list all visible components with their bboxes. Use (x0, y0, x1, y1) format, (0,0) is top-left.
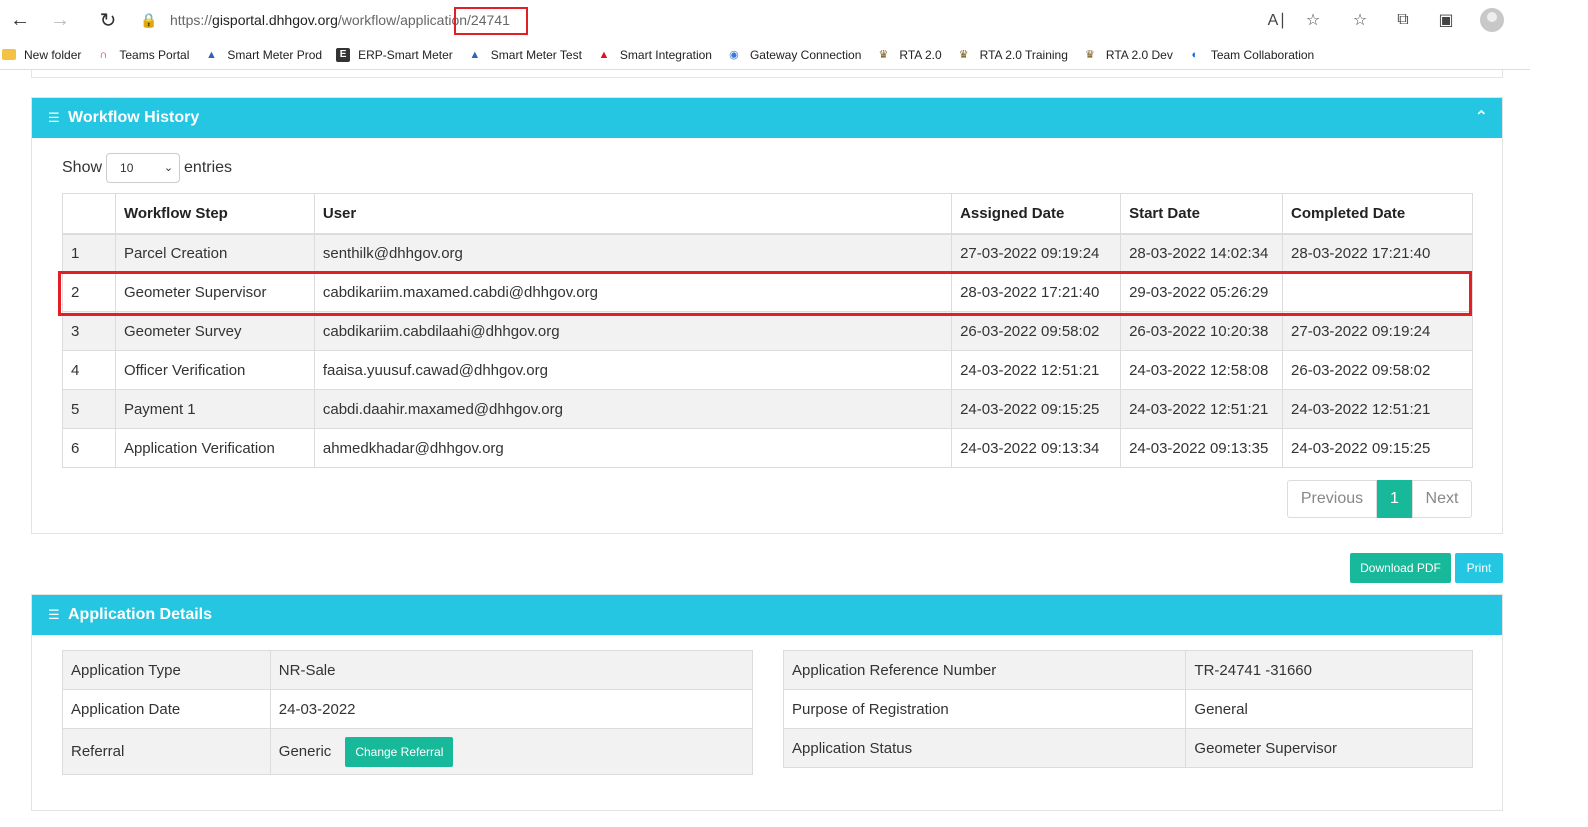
previous-card-edge (31, 70, 1503, 78)
entries-length-control: Show 10 ⌄ entries (62, 153, 232, 183)
application-details-header[interactable]: ☰ Application Details (32, 595, 1502, 635)
table-row: Application Type NR-Sale (62, 650, 754, 690)
list-icon: ☰ (48, 607, 60, 622)
table-row: 2 Geometer Supervisor cabdikariim.maxamed.… (62, 272, 1473, 312)
table-row: Referral Generic Change Referral (62, 728, 754, 775)
table-row: 4 Officer Verification faaisa.yuusuf.cawad… (62, 350, 1473, 390)
table-row: Application Status Geometer Supervisor (782, 728, 1473, 768)
workflow-history-title: Workflow History (68, 109, 200, 126)
table-row: Application Date 24-03-2022 (62, 689, 754, 729)
column-header-start-date[interactable]: Start Date (1120, 193, 1284, 235)
column-header-workflow-step[interactable]: Workflow Step (114, 193, 315, 235)
water-drop-icon: ▲ (205, 48, 217, 61)
reload-icon[interactable]: ↻ (88, 0, 128, 40)
table-row: 3 Geometer Survey cabdikariim.cabdilaahi@d… (62, 311, 1473, 351)
profile-avatar[interactable] (1480, 8, 1504, 32)
workflow-history-card: ☰ Workflow History ⌃ Show 10 ⌄ entries W… (31, 97, 1503, 534)
collaboration-icon: ◐ (1191, 48, 1199, 61)
entries-select[interactable]: 10 ⌄ (106, 153, 181, 183)
bookmark-gateway-connection[interactable]: ◉ Gateway Connection (726, 48, 861, 62)
bookmark-smart-integration[interactable]: ▲ Smart Integration (596, 48, 712, 62)
next-page-button[interactable]: Next (1412, 480, 1472, 518)
water-drop-icon: ▲ (469, 48, 481, 61)
folder-icon (2, 49, 16, 60)
bookmarks-bar: New folder ∩ Teams Portal ▲ Smart Meter Pr… (0, 40, 1530, 70)
bookmark-teams-portal[interactable]: ∩ Teams Portal (95, 48, 189, 62)
bookmark-smart-meter-test[interactable]: ▲ Smart Meter Test (467, 48, 582, 62)
application-details-left-table: Application Type NR-Sale Application Date… (62, 650, 754, 775)
url-id-highlight (454, 7, 528, 35)
change-referral-button[interactable]: Change Referral (345, 736, 454, 767)
crest-icon: ♛ (878, 49, 889, 61)
chevron-up-icon[interactable]: ⌃ (1475, 107, 1488, 127)
read-aloud-icon[interactable]: A∣ (1265, 8, 1289, 32)
table-row: Application Reference Number TR-24741 -31… (782, 650, 1473, 690)
page-1-button[interactable]: 1 (1377, 480, 1412, 518)
bookmark-rta-2-0-training[interactable]: ♛ RTA 2.0 Training (956, 48, 1068, 62)
erp-e-icon: E (336, 47, 351, 62)
table-row: 6 Application Verification ahmedkhadar@dhh… (62, 428, 1473, 468)
url-scheme: https:// (170, 12, 213, 28)
application-details-title: Application Details (68, 606, 213, 623)
url-host: gisportal.dhhgov.org (212, 12, 338, 28)
collections-icon[interactable]: ⧉ (1391, 8, 1415, 32)
globe-icon: ◉ (729, 49, 739, 61)
download-pdf-button[interactable]: Download PDF (1350, 553, 1451, 583)
column-header-index[interactable] (62, 193, 116, 235)
bookmark-smart-meter-prod[interactable]: ▲ Smart Meter Prod (203, 48, 322, 62)
crest-icon: ♛ (1084, 49, 1095, 61)
extensions-icon[interactable]: ▣ (1434, 8, 1458, 32)
bookmark-team-collaboration[interactable]: ◐ Team Collaboration (1187, 48, 1315, 62)
column-header-user[interactable]: User (313, 193, 953, 235)
table-row: Purpose of Registration General (782, 689, 1473, 729)
list-icon: ☰ (48, 110, 60, 125)
print-button[interactable]: Print (1455, 553, 1503, 583)
bookmark-new-folder[interactable]: New folder (0, 48, 81, 62)
previous-page-button[interactable]: Previous (1287, 480, 1377, 518)
table-row: 5 Payment 1 cabdi.daahir.maxamed@dhhgov.or… (62, 389, 1473, 429)
smart-integration-icon: ▲ (598, 48, 610, 61)
application-details-card: ☰ Application Details Application Type NR… (31, 594, 1503, 811)
workflow-history-header[interactable]: ☰ Workflow History ⌃ (32, 98, 1502, 138)
column-header-completed-date[interactable]: Completed Date (1282, 193, 1473, 235)
table-header-row: Workflow Step User Assigned Date Start D… (62, 193, 1473, 235)
bookmark-rta-2-0[interactable]: ♛ RTA 2.0 (875, 48, 941, 62)
referral-value: Generic (278, 742, 332, 760)
pagination: Previous 1 Next (1287, 480, 1472, 518)
browser-toolbar: ← → ↻ 🔒 https://gisportal.dhhgov.org/wor… (0, 0, 1530, 40)
teams-portal-icon: ∩ (99, 48, 108, 61)
column-header-assigned-date[interactable]: Assigned Date (951, 193, 1122, 235)
favorites-icon[interactable]: ☆ (1348, 8, 1372, 32)
address-bar[interactable]: 🔒 https://gisportal.dhhgov.org/workflow/… (128, 5, 1332, 35)
crest-icon: ♛ (958, 49, 969, 61)
table-row: 1 Parcel Creation senthilk@dhhgov.org 27-03… (62, 233, 1473, 273)
application-details-right-table: Application Reference Number TR-24741 -31… (782, 650, 1473, 768)
forward-arrow-icon[interactable]: → (40, 0, 80, 40)
chevron-down-icon: ⌄ (163, 162, 174, 174)
bookmark-erp-smart-meter[interactable]: E ERP-Smart Meter (336, 47, 453, 62)
workflow-history-table: Workflow Step User Assigned Date Start D… (62, 193, 1473, 468)
lock-icon: 🔒 (140, 11, 158, 28)
add-favorite-icon[interactable]: ☆ (1301, 8, 1325, 32)
back-arrow-icon[interactable]: ← (0, 0, 40, 40)
bookmark-rta-2-0-dev[interactable]: ♛ RTA 2.0 Dev (1082, 48, 1173, 62)
